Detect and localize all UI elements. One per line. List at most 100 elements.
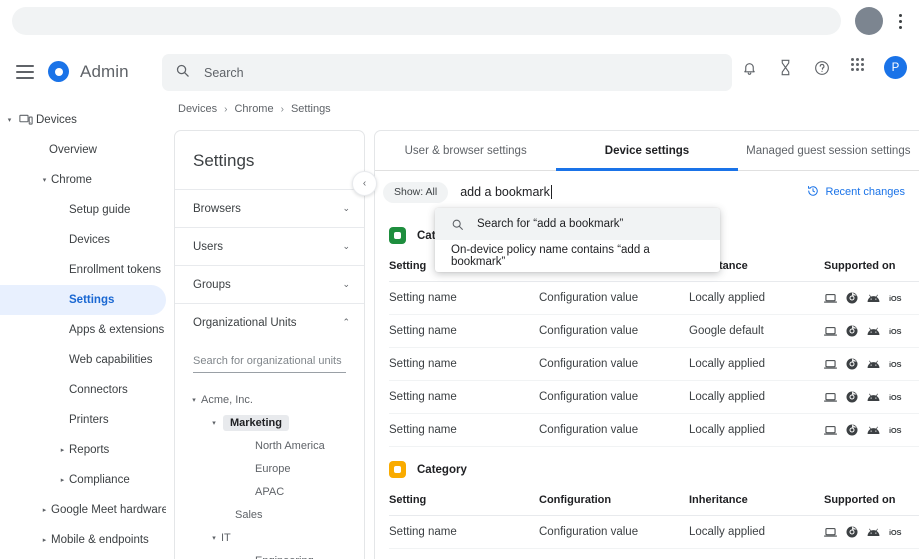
sidebar-item-label: Mobile & endpoints xyxy=(51,534,149,546)
ou-node-marketing[interactable]: ▾ Marketing xyxy=(175,411,364,434)
table-row[interactable]: Setting name Configuration value Locally a… xyxy=(389,515,919,549)
sidebar-item-label: Settings xyxy=(69,294,115,306)
cell-inheritance: Locally applied xyxy=(689,515,824,549)
category-header: Category xyxy=(389,447,905,488)
ou-node-sales[interactable]: Sales xyxy=(175,503,364,526)
ios-icon: iOS xyxy=(889,425,902,435)
product-title: Admin xyxy=(80,61,129,81)
sidebar-item-printers[interactable]: Printers xyxy=(0,405,166,435)
ios-icon: iOS xyxy=(889,293,902,303)
filter-input-value: add a bookmark xyxy=(460,185,550,199)
sidebar-item-setup-guide[interactable]: Setup guide xyxy=(0,195,166,225)
cell-setting: Setting name xyxy=(389,413,539,447)
ou-node-europe[interactable]: Europe xyxy=(175,457,364,480)
sidebar-item-mobile-endpoints[interactable]: ▸ Mobile & endpoints xyxy=(0,525,166,555)
table-row[interactable]: Setting name Configuration value Locally a… xyxy=(389,347,919,381)
cell-configuration: Configuration value xyxy=(539,413,689,447)
cell-inheritance: Locally applied xyxy=(689,413,824,447)
chevron-down-icon[interactable]: ▾ xyxy=(3,116,16,124)
suggestion-item[interactable]: On-device policy name contains “add a bo… xyxy=(435,240,720,272)
sidebar-item-devices[interactable]: Devices xyxy=(0,225,166,255)
breadcrumb-item[interactable]: Settings xyxy=(291,103,331,115)
suggestion-label: Search for “add a bookmark” xyxy=(477,218,624,230)
sidebar-item-google-meet-hardware[interactable]: ▸ Google Meet hardware xyxy=(0,495,166,525)
accordion-groups[interactable]: Groups ⌄ xyxy=(175,265,364,303)
breadcrumb-item[interactable]: Devices xyxy=(178,103,217,115)
chevron-up-icon[interactable]: ⌃ xyxy=(342,317,350,328)
ou-node-north-america[interactable]: North America xyxy=(175,434,364,457)
ios-icon: iOS xyxy=(889,326,902,336)
accordion-label: Browsers xyxy=(193,202,241,215)
chevron-right-icon[interactable]: ▸ xyxy=(56,446,69,454)
accordion-browsers[interactable]: Browsers ⌄ xyxy=(175,189,364,227)
account-avatar[interactable]: P xyxy=(884,56,907,79)
ou-node-it[interactable]: ▾ IT xyxy=(175,526,364,549)
ou-node-acme-inc[interactable]: ▾ Acme, Inc. xyxy=(175,388,364,411)
accordion-organizational-units[interactable]: Organizational Units ⌃ xyxy=(175,303,364,341)
chevron-right-icon[interactable]: ▸ xyxy=(38,536,51,544)
breadcrumb-item[interactable]: Chrome xyxy=(234,103,273,115)
recent-changes-label: Recent changes xyxy=(825,186,906,198)
column-header: Configuration xyxy=(539,488,689,516)
chevron-right-icon[interactable]: ▸ xyxy=(38,506,51,514)
show-all-chip[interactable]: Show: All xyxy=(383,181,449,203)
breadcrumb: Devices › Chrome › Settings xyxy=(178,103,331,115)
sidebar-item-chrome[interactable]: ▾ Chrome xyxy=(0,165,166,195)
sidebar-item-label: Devices xyxy=(69,234,110,246)
chevron-down-icon[interactable]: ⌄ xyxy=(342,279,350,290)
recent-changes-link[interactable]: Recent changes xyxy=(807,185,906,200)
devices-icon xyxy=(16,114,36,126)
cell-configuration: Configuration value xyxy=(539,347,689,381)
accordion-users[interactable]: Users ⌄ xyxy=(175,227,364,265)
sidebar-item-label: Chrome xyxy=(51,174,92,186)
sidebar-item-label: Compliance xyxy=(69,474,130,486)
ou-search-input[interactable]: Search for organizational units xyxy=(193,355,346,373)
table-row[interactable]: Setting name Configuration value Locally a… xyxy=(389,380,919,414)
setting-filter-input[interactable]: add a bookmark xyxy=(460,185,806,199)
cell-supported-on: iOS xyxy=(824,347,919,381)
category-name: Category xyxy=(417,463,467,476)
apps-grid-icon[interactable] xyxy=(848,58,867,77)
google-admin-logo-icon xyxy=(48,61,69,82)
browser-address-bar[interactable] xyxy=(12,7,841,35)
chevron-down-icon[interactable]: ▾ xyxy=(207,534,221,542)
sidebar-item-apps-extensions[interactable]: Apps & extensions xyxy=(0,315,166,345)
cell-setting: Setting name xyxy=(389,548,539,559)
tab-device-settings[interactable]: Device settings xyxy=(556,131,737,170)
suggestion-item[interactable]: Search for “add a bookmark” xyxy=(435,208,720,240)
help-icon[interactable] xyxy=(812,58,831,77)
chevron-right-icon[interactable]: ▸ xyxy=(56,476,69,484)
browser-profile-avatar[interactable] xyxy=(855,7,883,35)
table-row[interactable]: Setting name Configuration value Locally a… xyxy=(389,413,919,447)
bell-icon[interactable] xyxy=(740,58,759,77)
global-search-box[interactable]: Search xyxy=(162,54,732,91)
ou-node-apac[interactable]: APAC xyxy=(175,480,364,503)
sidebar-item-web-capabilities[interactable]: Web capabilities xyxy=(0,345,166,375)
sidebar-item-overview[interactable]: Overview xyxy=(0,135,166,165)
chevron-down-icon[interactable]: ▾ xyxy=(187,396,201,404)
hamburger-menu-icon[interactable] xyxy=(16,64,34,79)
table-row[interactable]: Setting name Configuration value Locally a… xyxy=(389,281,919,315)
sidebar-item-settings[interactable]: Settings xyxy=(0,285,166,315)
chevron-down-icon[interactable]: ⌄ xyxy=(342,203,350,214)
sidebar-item-devices[interactable]: ▾ Devices xyxy=(0,105,166,135)
browser-kebab-menu-icon[interactable] xyxy=(893,10,907,32)
tab-user-browser-settings[interactable]: User & browser settings xyxy=(375,131,556,170)
sidebar-item-reports[interactable]: ▸ Reports xyxy=(0,435,166,465)
cell-inheritance: Google default xyxy=(689,314,824,348)
sidebar-item-label: Apps & extensions xyxy=(69,324,165,336)
chevron-down-icon[interactable]: ▾ xyxy=(207,419,221,427)
sidebar-item-networks[interactable]: Networks xyxy=(0,555,166,559)
hourglass-icon[interactable] xyxy=(776,58,795,77)
collapse-panel-button[interactable]: ‹ xyxy=(352,171,377,196)
sidebar-item-enrollment-tokens[interactable]: Enrollment tokens xyxy=(0,255,166,285)
platform-icon-group: iOS xyxy=(824,424,919,436)
chevron-down-icon[interactable]: ⌄ xyxy=(342,241,350,252)
chevron-down-icon[interactable]: ▾ xyxy=(38,176,51,184)
sidebar-item-connectors[interactable]: Connectors xyxy=(0,375,166,405)
tab-managed-guest-session-settings[interactable]: Managed guest session settings xyxy=(738,131,919,170)
ou-node-engineering[interactable]: Engineering xyxy=(175,549,364,559)
table-row[interactable]: Setting nameConfiguration valueGoogle de… xyxy=(389,548,919,559)
table-row[interactable]: Setting nameConfiguration valueGoogle de… xyxy=(389,314,919,348)
sidebar-item-compliance[interactable]: ▸ Compliance xyxy=(0,465,166,495)
